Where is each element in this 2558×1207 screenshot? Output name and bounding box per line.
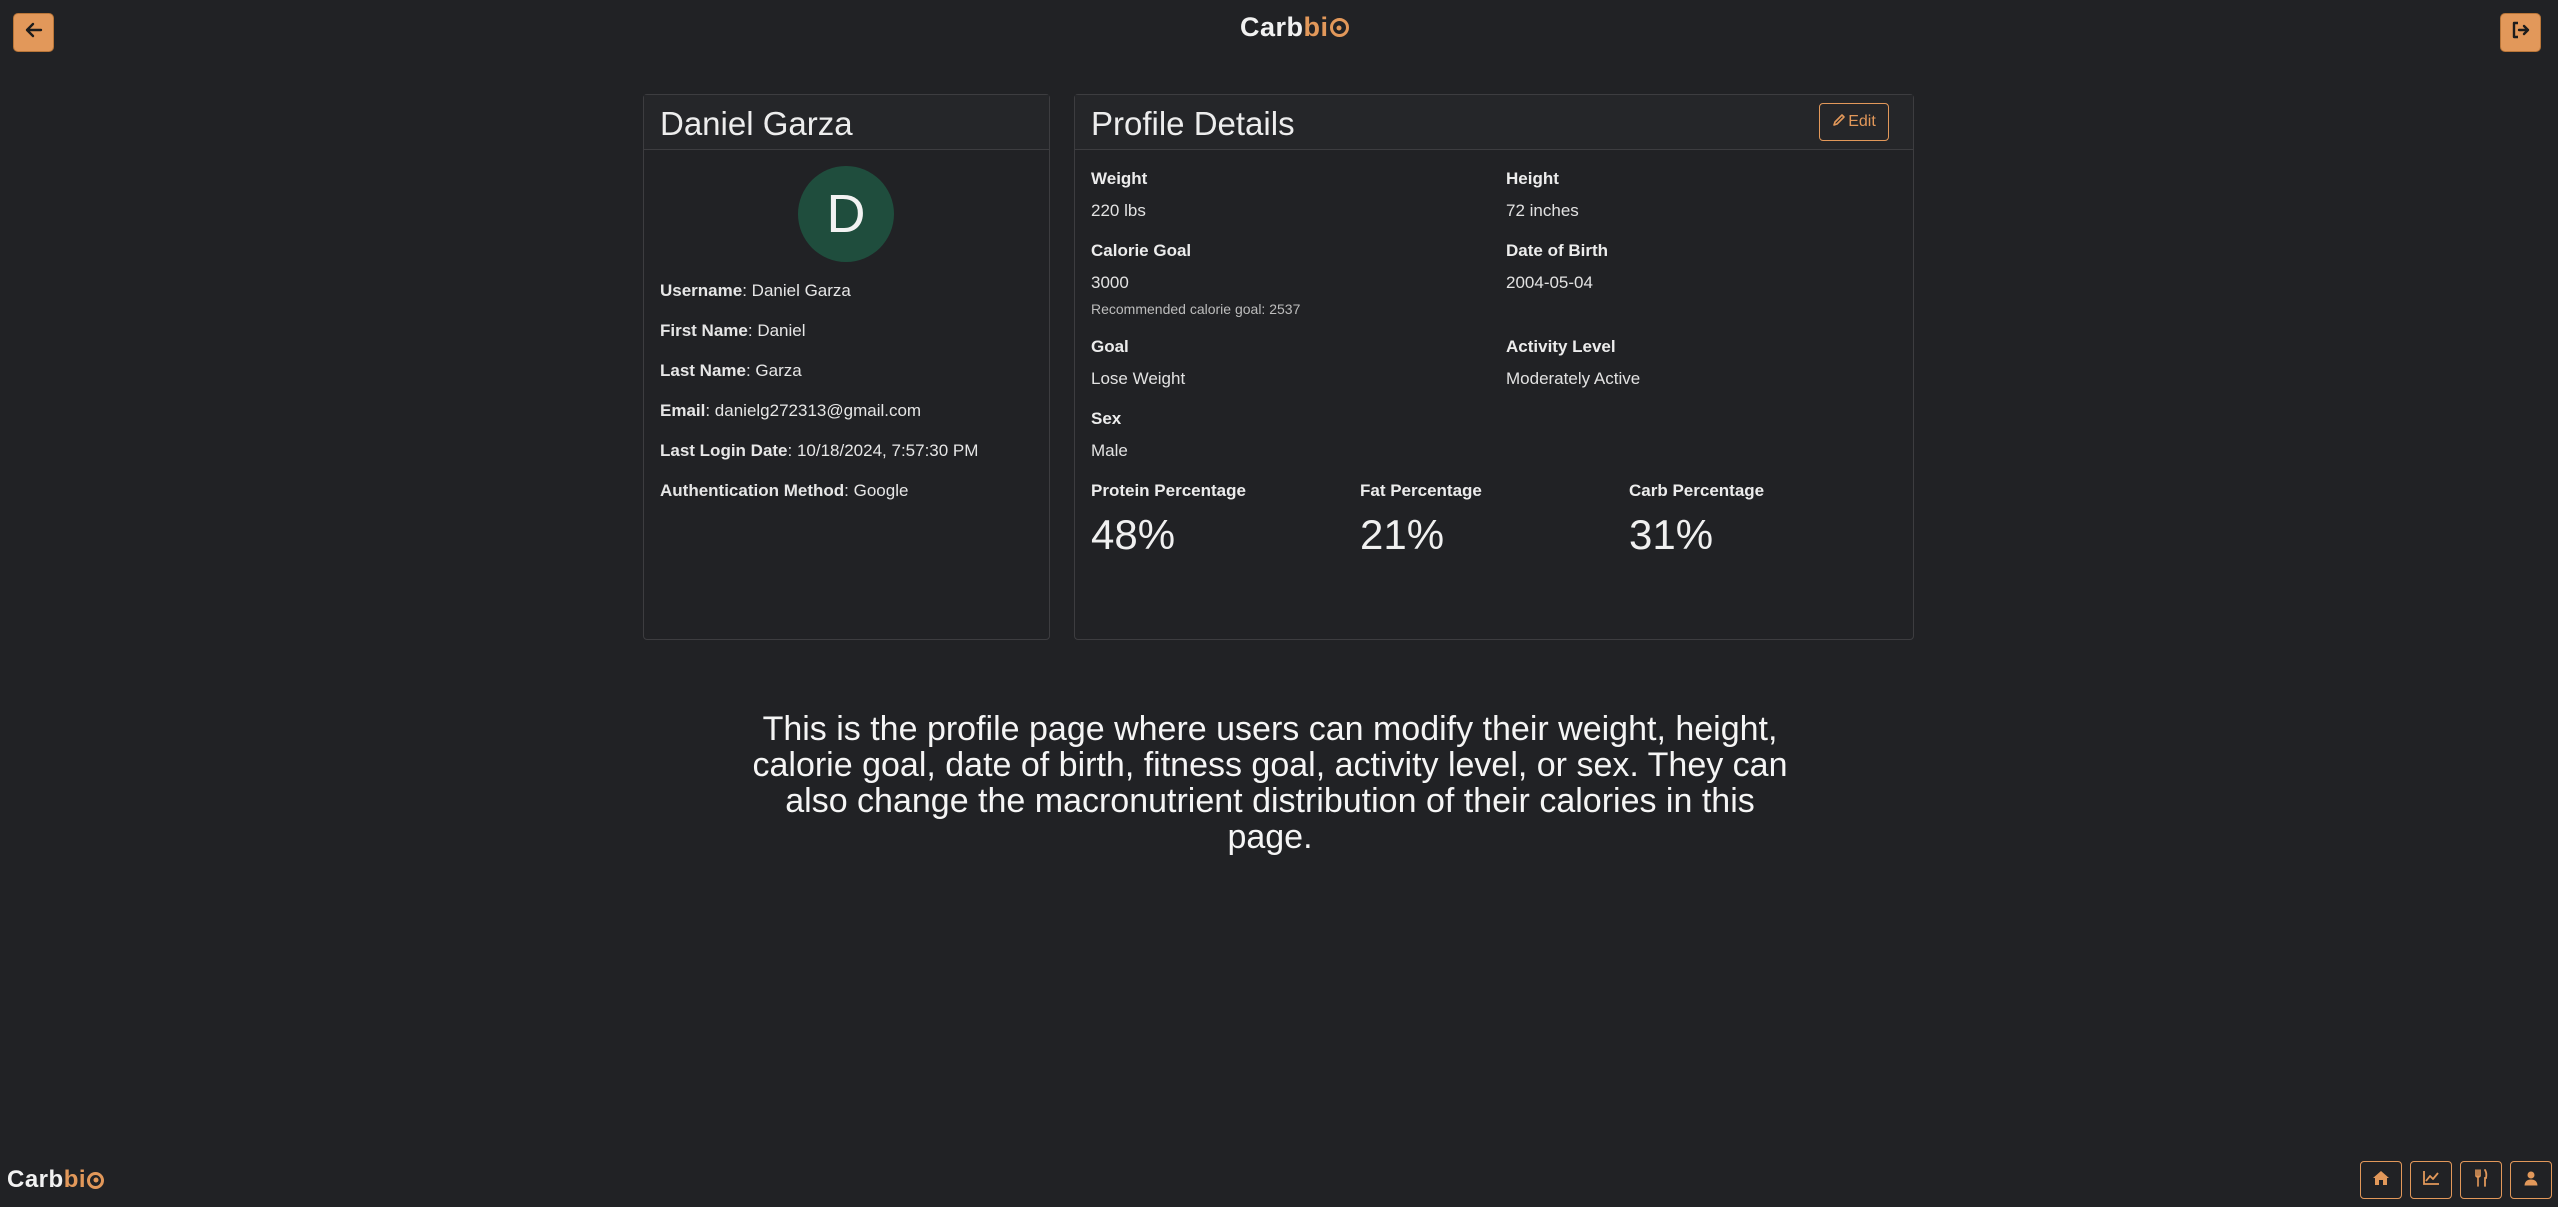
last-name-row: Last Name: Garza	[660, 361, 802, 380]
home-icon	[2372, 1170, 2390, 1191]
height-value: 72 inches	[1506, 201, 1579, 220]
profile-details-card: Profile Details Edit Weight 220 lbs Heig…	[1074, 94, 1914, 640]
avatar: D	[798, 166, 894, 262]
header-logo: Carb b i	[1240, 12, 1349, 43]
pencil-icon	[1832, 113, 1846, 132]
arrow-left-icon	[25, 22, 43, 43]
weight-value: 220 lbs	[1091, 201, 1146, 220]
profile-details-title: Profile Details	[1091, 105, 1295, 142]
last-login-row: Last Login Date: 10/18/2024, 7:57:30 PM	[660, 441, 979, 460]
profile-card-header: Daniel Garza	[644, 95, 1049, 150]
fat-percentage-label: Fat Percentage	[1360, 481, 1482, 500]
utensils-icon	[2473, 1168, 2489, 1192]
user-icon	[2523, 1170, 2539, 1191]
carb-percentage-value: 31%	[1629, 511, 1714, 558]
nav-meals-button[interactable]	[2460, 1161, 2502, 1199]
back-button[interactable]	[13, 13, 54, 52]
edit-label: Edit	[1848, 113, 1876, 130]
sex-value: Male	[1091, 441, 1128, 460]
dob-label: Date of Birth	[1506, 241, 1608, 260]
weight-label: Weight	[1091, 169, 1148, 188]
edit-button[interactable]: Edit	[1819, 103, 1889, 141]
activity-level-label: Activity Level	[1506, 337, 1616, 356]
recommended-calorie-hint: Recommended calorie goal: 2537	[1091, 301, 1301, 317]
username-row: Username: Daniel Garza	[660, 281, 851, 300]
sign-out-icon	[2511, 21, 2531, 44]
profile-details-header: Profile Details Edit	[1075, 95, 1913, 150]
auth-method-row: Authentication Method: Google	[660, 481, 909, 500]
calorie-goal-value: 3000	[1091, 273, 1129, 292]
footer-logo: Carb b i	[7, 1166, 105, 1194]
fat-percentage-value: 21%	[1360, 511, 1445, 558]
logout-button[interactable]	[2500, 13, 2541, 52]
protein-percentage-label: Protein Percentage	[1091, 481, 1246, 500]
first-name-row: First Name: Daniel	[660, 321, 806, 340]
chart-line-icon	[2422, 1170, 2440, 1191]
email-row: Email: danielg272313@gmail.com	[660, 401, 922, 420]
profile-name: Daniel Garza	[660, 105, 853, 142]
goal-value: Lose Weight	[1091, 369, 1186, 388]
profile-card: Daniel Garza D Username: Daniel Garza Fi…	[643, 94, 1050, 640]
goal-label: Goal	[1091, 337, 1129, 356]
nav-profile-button[interactable]	[2510, 1161, 2552, 1199]
activity-level-value: Moderately Active	[1506, 369, 1641, 388]
nav-progress-button[interactable]	[2410, 1161, 2452, 1199]
dob-value: 2004-05-04	[1506, 273, 1593, 292]
height-label: Height	[1506, 169, 1559, 188]
carb-percentage-label: Carb Percentage	[1629, 481, 1765, 500]
page-description: This is the profile page where users can…	[752, 710, 1788, 856]
protein-percentage-value: 48%	[1091, 511, 1176, 558]
nav-home-button[interactable]	[2360, 1161, 2402, 1199]
calorie-goal-label: Calorie Goal	[1091, 241, 1192, 260]
sex-label: Sex	[1091, 409, 1122, 428]
